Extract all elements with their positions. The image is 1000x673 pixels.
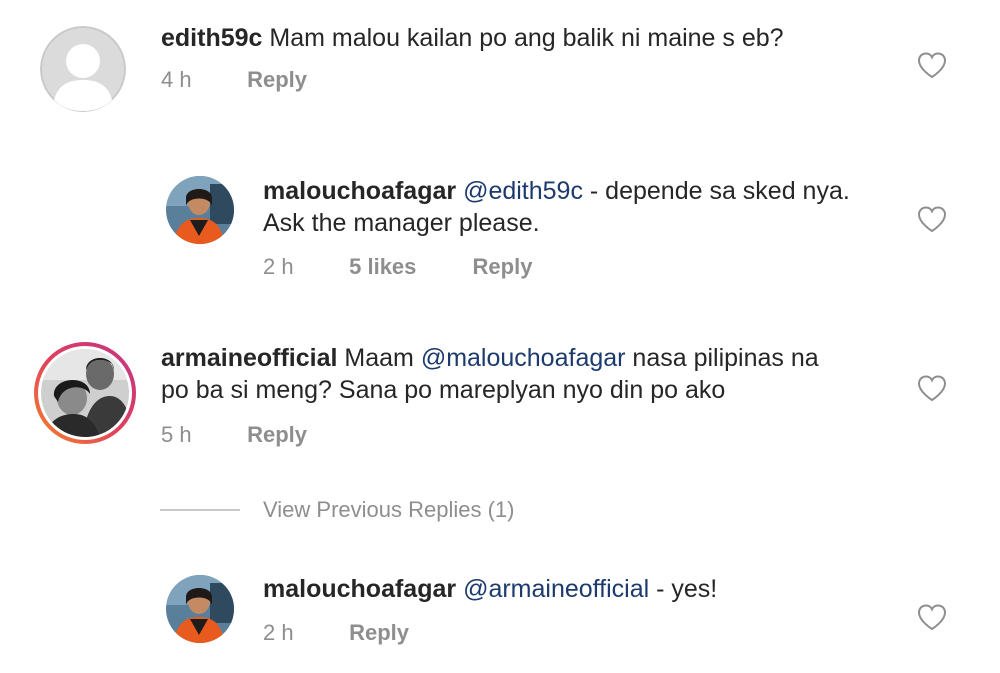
comment-username[interactable]: malouchoafagar xyxy=(263,575,456,603)
mention-link[interactable]: @armaineofficial xyxy=(463,575,649,603)
comment-body: - depende sa sked nya. xyxy=(582,177,850,205)
comment-username[interactable]: edith59c xyxy=(161,24,262,52)
comment-body-line2: po ba si meng? Sana po mareplyan nyo din… xyxy=(161,376,726,404)
reply-button[interactable]: Reply xyxy=(247,422,307,448)
reply-button[interactable]: Reply xyxy=(473,254,533,280)
comment-meta: 2 h 5 likes Reply xyxy=(263,254,532,280)
avatar[interactable] xyxy=(40,26,126,112)
avatar[interactable] xyxy=(166,176,234,244)
comment-time: 5 h xyxy=(161,422,192,447)
avatar-story-ring[interactable] xyxy=(32,340,138,446)
comment-text: malouchoafagar @armaineofficial - yes! xyxy=(263,573,717,605)
heart-outline-icon[interactable] xyxy=(917,51,947,79)
profile-photo-icon xyxy=(166,575,234,643)
comment-body-prefix: Maam xyxy=(337,344,421,372)
mention-link[interactable]: @malouchoafagar xyxy=(421,344,626,372)
heart-outline-icon[interactable] xyxy=(917,205,947,233)
comment-body-line2: Ask the manager please. xyxy=(263,209,540,237)
profile-photo-icon xyxy=(166,176,234,244)
comment-time: 2 h xyxy=(263,620,294,645)
comment-meta: 4 h Reply xyxy=(161,67,307,93)
view-previous-replies[interactable]: View Previous Replies (1) xyxy=(160,497,580,527)
comment-username[interactable]: armaineofficial xyxy=(161,344,337,372)
comment-body: Mam malou kailan po ang balik ni maine s… xyxy=(269,24,784,52)
story-ring-avatar-icon xyxy=(34,342,136,444)
view-previous-replies-label[interactable]: View Previous Replies (1) xyxy=(263,497,514,523)
avatar[interactable] xyxy=(166,575,234,643)
comment-text: malouchoafagar @edith59c - depende sa sk… xyxy=(263,175,850,239)
reply-button[interactable]: Reply xyxy=(247,67,307,93)
comment-meta: 5 h Reply xyxy=(161,422,307,448)
comment-text: armaineofficial Maam @malouchoafagar nas… xyxy=(161,342,819,406)
default-avatar-icon xyxy=(40,26,126,112)
comment-meta: 2 h Reply xyxy=(263,620,409,646)
comment-time: 2 h xyxy=(263,254,294,279)
comment-body: nasa pilipinas na xyxy=(625,344,819,372)
heart-outline-icon[interactable] xyxy=(917,374,947,402)
heart-outline-icon[interactable] xyxy=(917,603,947,631)
comment-text: edith59c Mam malou kailan po ang balik n… xyxy=(161,22,784,54)
comment-body: - yes! xyxy=(649,575,718,603)
mention-link[interactable]: @edith59c xyxy=(463,177,583,205)
likes-count[interactable]: 5 likes xyxy=(349,254,416,280)
comment-time: 4 h xyxy=(161,67,192,92)
reply-button[interactable]: Reply xyxy=(349,620,409,646)
divider-line xyxy=(160,509,240,511)
comment-username[interactable]: malouchoafagar xyxy=(263,177,456,205)
